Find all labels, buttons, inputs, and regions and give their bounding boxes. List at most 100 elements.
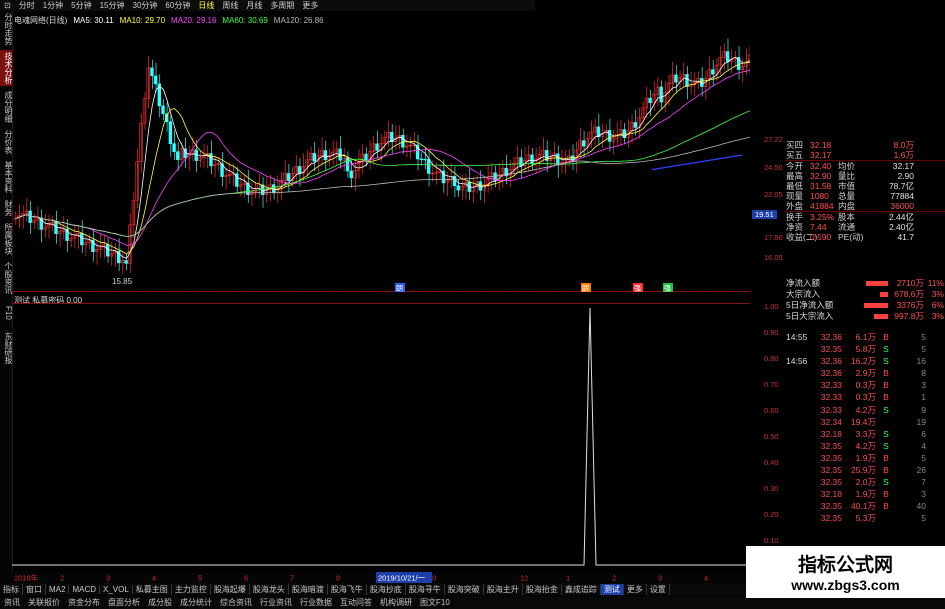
indicator-tab[interactable]: 股海寻牛 [406, 583, 445, 595]
candle-body [28, 210, 32, 223]
time-axis-label: 2 [60, 574, 64, 583]
candle-body [371, 143, 376, 152]
candle-body [224, 175, 228, 177]
period-tab[interactable]: 5分钟 [67, 0, 95, 11]
period-tab[interactable]: 月线 [242, 0, 266, 11]
info-tab[interactable]: 资讯 [0, 597, 24, 608]
info-tab[interactable]: 成分统计 [176, 597, 216, 608]
period-tab[interactable]: 日线 [194, 0, 218, 11]
candle-body [142, 98, 147, 124]
left-tab[interactable]: 个股资讯 [0, 260, 13, 296]
period-tab[interactable]: 60分钟 [161, 0, 194, 11]
info-tab[interactable]: 图文F10 [416, 597, 454, 608]
left-tab[interactable]: 技术分析 [0, 50, 13, 86]
left-tab[interactable]: 财务 [0, 198, 13, 218]
indicator-tab[interactable]: MACD [69, 584, 101, 594]
candle-body [725, 51, 730, 62]
quote-row: 买四 32.18 8.0万 [786, 140, 945, 150]
period-tab[interactable]: 15分钟 [96, 0, 129, 11]
info-tab[interactable]: 关联报价 [24, 597, 64, 608]
flow-pct: 3% [931, 289, 944, 299]
indicator-tab[interactable]: 窗口 [23, 583, 46, 595]
trade-direction: B [883, 368, 889, 379]
candle-body [257, 184, 261, 189]
info-tab[interactable]: 盘面分析 [104, 597, 144, 608]
info-tab[interactable]: 行业资讯 [256, 597, 296, 608]
period-tab[interactable]: 分时 [15, 0, 39, 11]
indicator-tab[interactable]: MA2 [46, 584, 70, 594]
trade-row: 14:55 32.36 6.1万 B 5 [786, 331, 945, 343]
candle-body [714, 64, 719, 75]
candle-body [319, 150, 324, 157]
candle-body [57, 231, 62, 235]
indicator-tab[interactable]: 股海突破 [445, 583, 484, 595]
flow-bar-fill [880, 292, 888, 297]
info-tab[interactable]: 机构调研 [376, 597, 416, 608]
indicator-chart[interactable] [12, 303, 750, 571]
info-tab[interactable]: 资金分布 [64, 597, 104, 608]
trade-count: 5 [921, 452, 926, 463]
price-tick: 24.50 [764, 163, 783, 172]
candle-body [135, 161, 139, 201]
trade-row: 32.33 0.3万 B 3 [786, 379, 945, 391]
candle-body [430, 172, 435, 175]
trend-line [651, 154, 743, 171]
info-tab[interactable]: 成分股 [144, 597, 176, 608]
period-tab[interactable]: 周线 [218, 0, 242, 11]
left-tab[interactable]: F10 [0, 299, 13, 327]
candle-body [105, 244, 110, 257]
left-tab[interactable]: 成分明细 [0, 89, 13, 125]
trade-volume: 6.1万 [855, 332, 876, 342]
indicator-tab[interactable]: 股海飞牛 [328, 583, 367, 595]
indicator-tab[interactable]: 主力监控 [172, 583, 211, 595]
left-tab[interactable]: 东财研报 [0, 330, 13, 366]
period-tab[interactable]: 30分钟 [129, 0, 162, 11]
tick-trades-list[interactable]: 14:55 32.36 6.1万 B 5 32.35 5.8万 S 5 14:56 32.36 16.… [786, 331, 945, 525]
trade-count: 26 [916, 465, 926, 476]
time-axis-label: 3 [106, 574, 110, 583]
kline-chart[interactable]: 15.85 朗 朗 强 强 [12, 26, 750, 292]
trade-direction: S [883, 404, 889, 415]
indicator-tab[interactable]: 私募主图 [133, 583, 172, 595]
indicator-tab[interactable]: 指标 [0, 583, 23, 595]
period-tab[interactable]: 1分钟 [39, 0, 67, 11]
period-tab[interactable]: 更多 [298, 0, 322, 11]
ma-legend-item: MA60: 30.69 [222, 15, 268, 25]
quote-label: 外盘 [786, 201, 804, 211]
info-tab[interactable]: 行业数据 [296, 597, 336, 608]
indicator-tab[interactable]: 测试 [600, 583, 624, 595]
left-tab[interactable]: 分价表 [0, 128, 13, 156]
indicator-tab[interactable]: 股海主升 [484, 583, 523, 595]
period-tab[interactable]: 多周期 [266, 0, 298, 11]
indicator-tab[interactable]: 股海起爆 [211, 583, 250, 595]
indicator-tab[interactable]: 更多 [624, 583, 647, 595]
indicator-tab[interactable]: 设置 [647, 583, 670, 595]
candle-body [659, 86, 663, 103]
indicator-tabs: 指标 窗口 MA2 MACD X_VOL 私募主图 主力监控 股海起爆 股海龙头 股海暗渡 股海飞牛… [0, 583, 750, 595]
candle-body [593, 126, 597, 133]
flow-bar [846, 311, 890, 322]
indicator-tab[interactable]: 鑫成追踪 [562, 583, 601, 595]
left-tab[interactable]: 基本资料 [0, 159, 13, 195]
candle-body [238, 184, 243, 187]
indicator-tab[interactable]: 股海龙头 [250, 583, 289, 595]
left-tab[interactable]: 分时走势 [0, 11, 13, 47]
candle-body [401, 134, 405, 148]
flow-label: 大宗流入 [786, 289, 821, 299]
indicator-tab[interactable]: 股海抄底 [367, 583, 406, 595]
candle-body [69, 237, 73, 241]
trade-volume: 0.3万 [855, 392, 876, 403]
trade-direction: S [883, 428, 889, 439]
indicator-tick: 0.80 [764, 354, 779, 363]
quote-row: 最高 32.90 量比 2.90 [786, 171, 945, 181]
period-tab[interactable]: ⊡ [0, 1, 15, 10]
indicator-tab[interactable]: X_VOL [100, 584, 133, 594]
info-tab[interactable]: 互动问答 [336, 597, 376, 608]
indicator-tab[interactable]: 股海抬金 [523, 583, 562, 595]
candle-body [740, 66, 745, 70]
indicator-tab[interactable]: 股海暗渡 [289, 583, 328, 595]
left-tab[interactable]: 所属板块 [0, 221, 13, 257]
info-tab[interactable]: 综合资讯 [216, 597, 256, 608]
indicator-tick: 0.30 [764, 484, 779, 493]
trade-count: 5 [921, 513, 926, 524]
